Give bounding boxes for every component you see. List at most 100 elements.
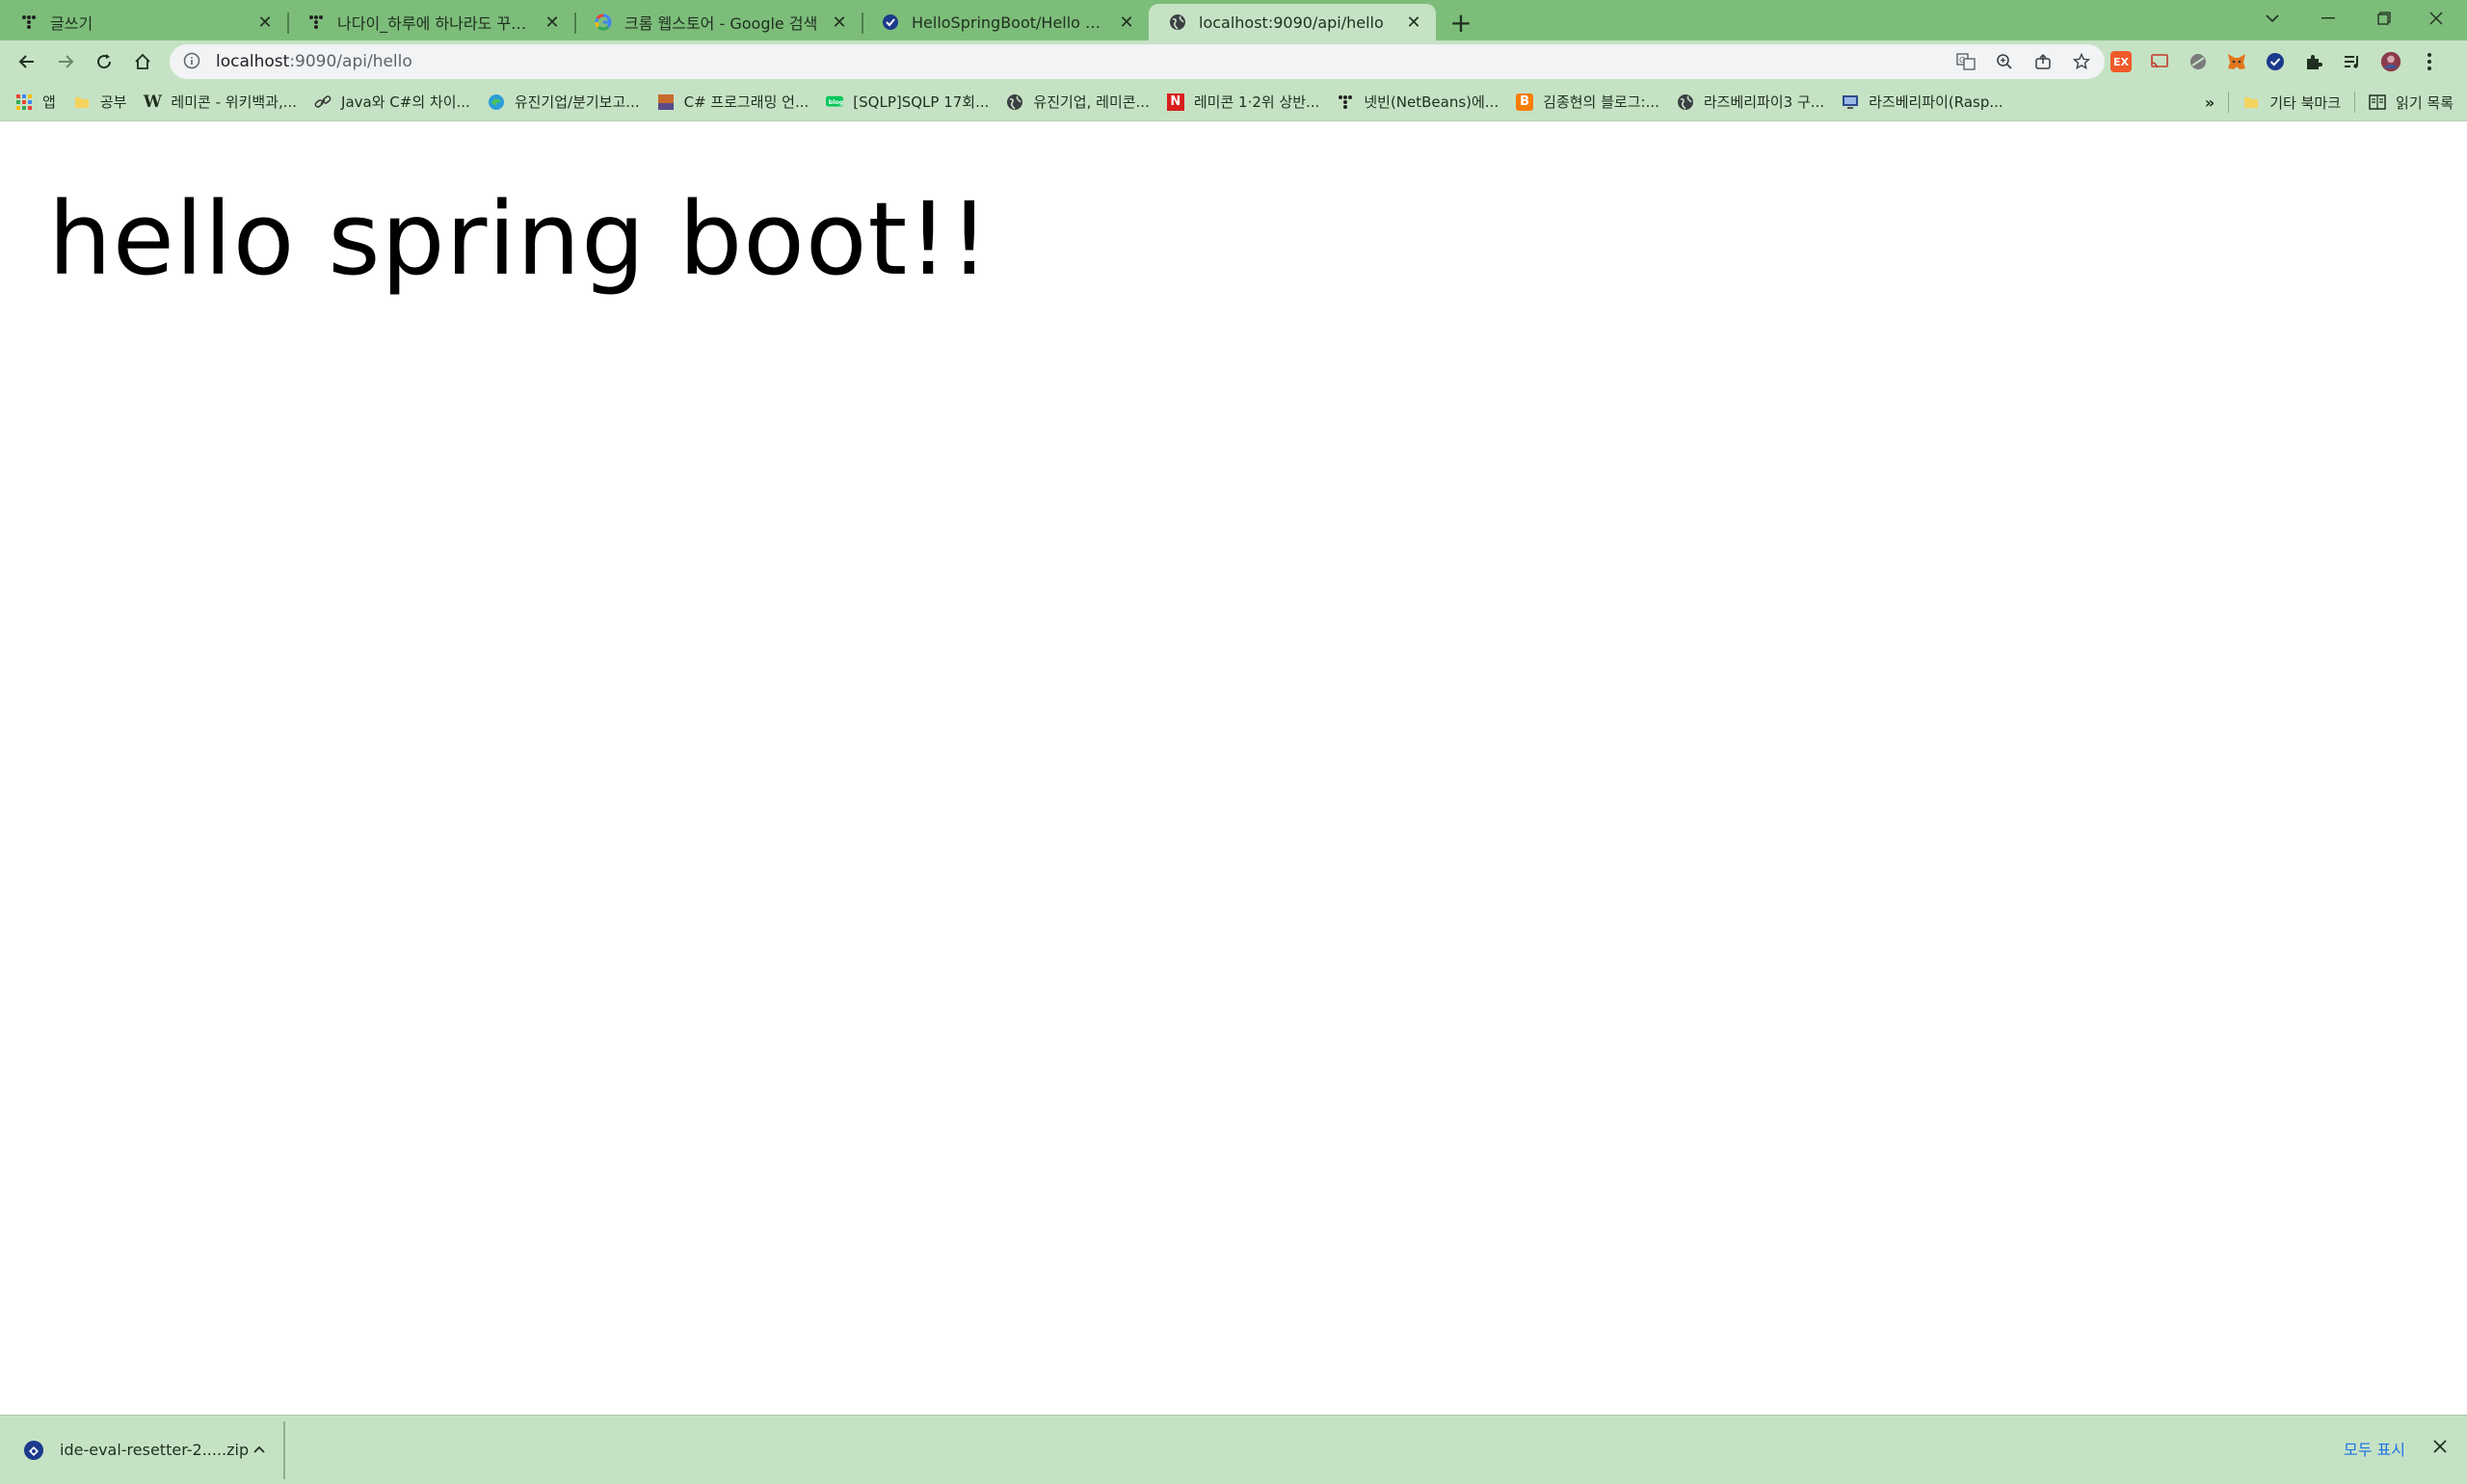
translate-icon[interactable]: G	[1956, 52, 1976, 71]
browser-window: 글쓰기 ✕ 나다이_하루에 하나라도 꾸준히 ✕ 크롬 웹스토어 - Googl…	[0, 0, 2467, 1484]
browser-toolbar: localhost:9090/api/hello G EX	[0, 40, 2467, 83]
bookmark-label: 유진기업/분기보고...	[514, 93, 640, 111]
bookmark-wikipedia[interactable]: W 레미콘 - 위키백과,...	[144, 92, 297, 112]
blogger-icon: B	[1516, 93, 1534, 111]
bookmark-eugene-remicon[interactable]: 유진기업, 레미콘...	[1006, 92, 1150, 112]
bookmark-apps[interactable]: 앱	[15, 92, 56, 112]
menu-kebab-icon[interactable]	[2419, 51, 2440, 72]
restore-button[interactable]	[2357, 0, 2411, 37]
site-info-icon[interactable]	[183, 52, 202, 71]
other-bookmarks-folder[interactable]: 기타 북마크	[2242, 93, 2341, 113]
bookmark-label: 라즈베리파이3 구...	[1703, 93, 1825, 111]
forward-button[interactable]	[46, 44, 85, 79]
svg-text:G: G	[1959, 56, 1965, 65]
bookmark-separator	[2354, 92, 2356, 113]
tab-title: HelloSpringBoot/Hello Spring Boot	[912, 13, 1110, 32]
tab-close-icon[interactable]: ✕	[1403, 12, 1424, 33]
bookmark-label: C# 프로그래밍 언...	[683, 93, 809, 111]
tab-write[interactable]: 글쓰기 ✕	[0, 4, 287, 40]
bookmark-label: 넷빈(NetBeans)에...	[1364, 93, 1499, 111]
bookmarks-right-area: » 기타 북마크 읽기 목록	[2205, 83, 2454, 121]
bookmark-separator	[2228, 92, 2230, 113]
metamask-fox-icon[interactable]	[2226, 51, 2247, 72]
bookmark-raspberry-pi[interactable]: 라즈베리파이(Rasp...	[1842, 92, 2003, 112]
bookmark-star-icon[interactable]	[2072, 52, 2091, 71]
bookmark-raspberry-3[interactable]: 라즈베리파이3 구...	[1677, 92, 1824, 112]
tab-title: 나다이_하루에 하나라도 꾸준히	[337, 14, 536, 33]
download-item[interactable]: ide-eval-resetter-2.....zip	[0, 1420, 285, 1479]
page-heading: hello spring boot!!	[48, 180, 991, 298]
monitor-icon	[1842, 93, 1859, 111]
new-tab-button[interactable]: +	[1442, 4, 1480, 40]
apps-grid-icon	[15, 93, 33, 111]
tab-strip: 글쓰기 ✕ 나다이_하루에 하나라도 꾸준히 ✕ 크롬 웹스토어 - Googl…	[0, 0, 2467, 40]
bookmark-label: 앱	[42, 93, 56, 111]
tab-localhost-active[interactable]: localhost:9090/api/hello ✕	[1149, 4, 1436, 40]
tab-close-icon[interactable]: ✕	[254, 12, 276, 33]
minimize-button[interactable]	[2301, 0, 2355, 37]
image-icon	[657, 93, 675, 111]
bookmark-label: Java와 C#의 차이...	[341, 93, 470, 111]
tab-close-icon[interactable]: ✕	[542, 12, 563, 33]
zoom-icon[interactable]	[1995, 52, 2014, 71]
news-n-icon: N	[1166, 93, 1184, 111]
tab-hellospringboot[interactable]: HelloSpringBoot/Hello Spring Boot ✕	[862, 4, 1149, 40]
tab-search-chevron-icon[interactable]	[2245, 0, 2299, 37]
naver-blog-icon: blog	[826, 93, 844, 111]
google-icon	[594, 13, 613, 32]
chevron-up-icon[interactable]	[252, 1440, 266, 1458]
tab-title: 크롬 웹스토어 - Google 검색	[624, 14, 818, 33]
bookmarks-bar: 앱 공부 W 레미콘 - 위키백과,... Java와 C#의 차이... 유진…	[0, 83, 2467, 121]
zip-file-icon	[23, 1440, 44, 1461]
address-bar[interactable]: localhost:9090/api/hello G	[170, 44, 2105, 79]
bookmark-label: 유진기업, 레미콘...	[1033, 93, 1150, 111]
ex-extension-icon[interactable]: EX	[2110, 51, 2132, 72]
download-shelf: ide-eval-resetter-2.....zip 모두 표시	[0, 1415, 2467, 1484]
bookmark-eugene-report[interactable]: 유진기업/분기보고...	[488, 92, 640, 112]
profile-avatar[interactable]	[2380, 51, 2401, 72]
tistory-icon	[306, 13, 326, 32]
folder-icon	[2242, 93, 2260, 111]
tistory-icon	[19, 13, 39, 32]
bookmark-label: 레미콘 - 위키백과,...	[171, 93, 298, 111]
back-button[interactable]	[8, 44, 46, 79]
home-button[interactable]	[123, 44, 162, 79]
folder-icon	[73, 93, 91, 111]
close-icon[interactable]	[2427, 1433, 2454, 1460]
cast-extension-icon[interactable]	[2149, 51, 2170, 72]
close-window-button[interactable]	[2409, 0, 2463, 37]
globe-icon	[1006, 93, 1023, 111]
other-bookmarks-label: 기타 북마크	[2269, 93, 2342, 112]
download-filename: ide-eval-resetter-2.....zip	[60, 1441, 250, 1459]
reading-list-button[interactable]: 읽기 목록	[2369, 93, 2454, 113]
wikipedia-icon: W	[143, 92, 162, 112]
media-control-icon[interactable]	[2342, 51, 2363, 72]
bookmark-label: [SQLP]SQLP 17회...	[853, 93, 990, 111]
check-circle-extension-icon[interactable]	[2265, 51, 2286, 72]
tistory-icon	[1337, 93, 1354, 111]
bookmarks-overflow-chevron[interactable]: »	[2205, 93, 2215, 112]
bookmark-netbeans[interactable]: 넷빈(NetBeans)에...	[1337, 92, 1499, 112]
bookmark-remicon-rank[interactable]: N 레미콘 1·2위 상반...	[1166, 92, 1319, 112]
bookmark-label: 공부	[99, 93, 127, 111]
tab-title: 글쓰기	[50, 14, 93, 33]
tab-google-search[interactable]: 크롬 웹스토어 - Google 검색 ✕	[574, 4, 862, 40]
globe-icon	[1677, 93, 1694, 111]
reading-list-icon	[2369, 93, 2386, 111]
bookmark-folder-study[interactable]: 공부	[73, 92, 127, 112]
reload-button[interactable]	[85, 44, 123, 79]
bookmark-csharp-lang[interactable]: C# 프로그래밍 언...	[657, 92, 809, 112]
bookmark-java-csharp[interactable]: Java와 C#의 차이...	[314, 92, 470, 112]
tab-close-icon[interactable]: ✕	[1116, 12, 1137, 33]
reading-list-label: 읽기 목록	[2396, 93, 2454, 112]
tab-close-icon[interactable]: ✕	[829, 12, 850, 33]
leaf-extension-icon[interactable]	[2188, 51, 2209, 72]
tab-title: localhost:9090/api/hello	[1199, 13, 1384, 32]
extensions-puzzle-icon[interactable]	[2303, 51, 2324, 72]
bookmark-sqlp[interactable]: blog [SQLP]SQLP 17회...	[826, 92, 989, 112]
bookmark-kim-blog[interactable]: B 김종현의 블로그:...	[1516, 92, 1659, 112]
tab-blog[interactable]: 나다이_하루에 하나라도 꾸준히 ✕	[287, 4, 574, 40]
share-icon[interactable]	[2033, 52, 2053, 71]
show-all-downloads-button[interactable]: 모두 표시	[2344, 1437, 2405, 1460]
url-host: localhost	[216, 52, 290, 71]
